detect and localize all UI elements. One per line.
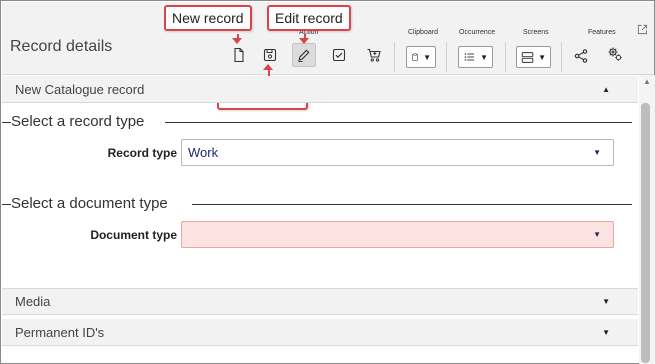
separator [505, 42, 506, 72]
record-details-window: Record details Action Clipboard ▼ Occurr… [0, 0, 655, 364]
basket-button[interactable] [362, 43, 386, 67]
callout-arrow-head [232, 38, 242, 44]
scroll-up-icon[interactable]: ▲ [643, 77, 651, 86]
callout-new-record: New record [164, 5, 252, 31]
chevron-down-icon: ▼ [593, 230, 601, 239]
clipboard-icon [412, 53, 418, 61]
chevron-down-icon[interactable]: ▼ [602, 297, 610, 306]
scroll-thumb[interactable] [641, 103, 650, 363]
section-title-record-type: Select a record type [11, 113, 147, 130]
section-rule [2, 204, 11, 205]
share-icon [574, 49, 588, 63]
section-rule [165, 122, 632, 123]
check-square-icon [332, 48, 346, 62]
chevron-up-icon[interactable]: ▲ [602, 85, 610, 94]
validate-button[interactable] [327, 43, 351, 67]
panel-media[interactable]: Media ▼ [2, 288, 638, 315]
clipboard-dropdown[interactable]: ▼ [406, 46, 436, 68]
document-type-label: Document type [90, 228, 177, 242]
screens-dropdown[interactable]: ▼ [516, 46, 551, 68]
separator [561, 42, 562, 72]
edit-record-button[interactable] [292, 43, 316, 67]
chevron-down-icon: ▼ [538, 52, 546, 62]
panel-title: Media [15, 294, 51, 309]
record-type-label: Record type [107, 146, 177, 160]
cart-icon [367, 48, 381, 62]
vertical-scrollbar[interactable]: ▲ [639, 75, 655, 364]
panel-new-catalogue-record[interactable]: New Catalogue record ▲ [2, 76, 638, 103]
chevron-down-icon[interactable]: ▼ [602, 328, 610, 337]
new-record-button[interactable] [227, 43, 251, 67]
separator [446, 42, 447, 72]
group-label-occurrence: Occurrence [459, 29, 496, 36]
edit-icon [298, 49, 310, 62]
callout-edit-record: Edit record [267, 5, 351, 31]
panel-permanent-ids[interactable]: Permanent ID's ▼ [2, 319, 638, 346]
gears-icon [608, 47, 622, 61]
group-label-features: Features [588, 29, 616, 36]
document-type-select[interactable]: ▼ [181, 221, 614, 248]
occurrence-dropdown[interactable]: ▼ [458, 46, 493, 68]
record-type-select[interactable]: Work ▼ [181, 139, 614, 166]
callout-arrow-head [263, 64, 273, 70]
chevron-down-icon: ▼ [593, 148, 601, 157]
list-icon [464, 53, 475, 61]
share-button[interactable] [569, 44, 593, 68]
callout-arrow-head [299, 38, 309, 44]
section-rule [192, 204, 632, 205]
record-type-value: Work [188, 145, 219, 160]
section-title-document-type: Select a document type [11, 195, 170, 212]
new-document-icon [234, 47, 244, 63]
screens-icon [521, 51, 534, 63]
page-title: Record details [10, 38, 113, 55]
save-icon [263, 48, 277, 62]
separator [394, 42, 395, 72]
group-label-screens: Screens [523, 29, 549, 36]
panel-title: Permanent ID's [15, 324, 105, 340]
features-button[interactable] [603, 42, 627, 66]
group-label-clipboard: Clipboard [408, 29, 438, 36]
popout-icon[interactable] [637, 24, 648, 35]
chevron-down-icon: ▼ [423, 52, 431, 62]
section-rule [2, 122, 11, 123]
chevron-down-icon: ▼ [480, 52, 488, 62]
panel-title: New Catalogue record [15, 81, 145, 97]
